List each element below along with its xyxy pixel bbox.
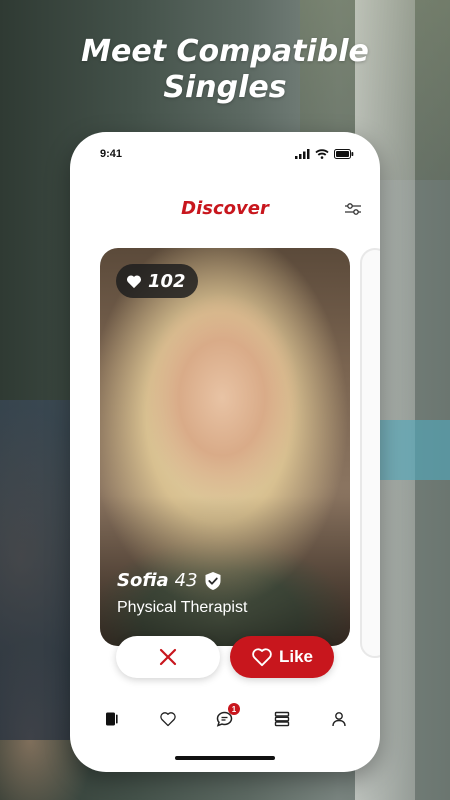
status-icons [295, 149, 354, 159]
phone-frame: 9:41 Discover 102 Sofia 43 Physical Ther… [70, 132, 380, 772]
filter-button[interactable] [344, 201, 362, 217]
like-count-badge: 102 [116, 264, 198, 298]
messages-unread-badge: 1 [227, 703, 240, 715]
battery-icon [334, 149, 354, 159]
home-indicator [175, 756, 275, 760]
user-icon [332, 712, 347, 727]
promo-headline: Meet Compatible Singles [0, 34, 450, 106]
cards-icon [105, 712, 118, 726]
heart-icon [160, 712, 176, 727]
status-bar: 9:41 [100, 146, 354, 162]
headline-line-2: Singles [163, 70, 287, 105]
action-row: Like [116, 636, 334, 678]
wifi-icon [315, 149, 329, 159]
signal-icon [295, 149, 310, 159]
page-title: Discover [181, 198, 269, 219]
background-figure [0, 400, 70, 740]
tab-messages[interactable]: 1 [213, 703, 240, 731]
bottom-tab-bar: 1 [70, 703, 380, 734]
tab-feed[interactable] [270, 707, 294, 731]
verified-badge-icon [205, 571, 221, 590]
list-icon [274, 711, 290, 727]
tab-likes[interactable] [156, 707, 180, 731]
tab-cards[interactable] [99, 707, 123, 731]
profile-name: Sofia [117, 570, 169, 591]
sliders-icon [345, 203, 361, 215]
heart-outline-icon [252, 648, 272, 667]
background-pool [378, 420, 450, 480]
like-count: 102 [148, 270, 186, 292]
like-button-label: Like [278, 647, 314, 666]
headline-line-1: Meet Compatible [81, 34, 369, 69]
tab-profile[interactable] [327, 707, 351, 731]
like-button[interactable]: Like [230, 636, 334, 678]
close-icon [159, 648, 177, 666]
profile-age: 43 [174, 570, 198, 591]
pass-button[interactable] [116, 636, 220, 678]
profile-name-row: Sofia 43 [117, 570, 222, 591]
status-time: 9:41 [100, 148, 123, 160]
next-profile-card[interactable] [360, 248, 380, 658]
profile-occupation: Physical Therapist [117, 599, 248, 616]
profile-card[interactable]: 102 Sofia 43 Physical Therapist [100, 248, 350, 646]
heart-icon [126, 274, 142, 288]
